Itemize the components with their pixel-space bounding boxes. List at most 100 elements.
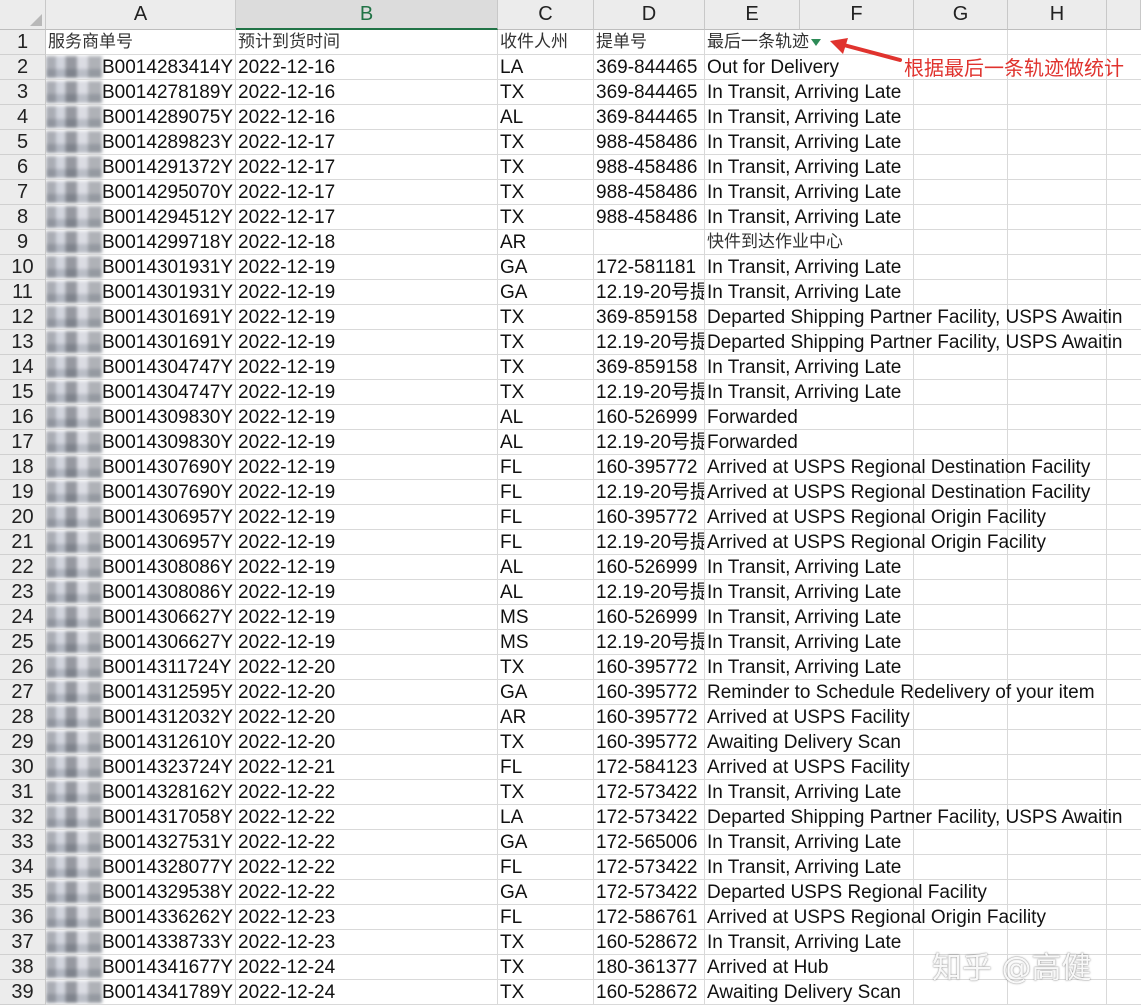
cell-eta[interactable]: 2022-12-16: [236, 55, 498, 80]
cell-bill-number[interactable]: 172-573422: [594, 855, 705, 880]
cell-last-track[interactable]: In Transit, Arriving Late: [705, 255, 1141, 280]
cell-state[interactable]: GA: [498, 680, 594, 705]
cell-bill-number[interactable]: 160-395772: [594, 455, 705, 480]
cell-last-track[interactable]: Departed Shipping Partner Facility, USPS…: [705, 305, 1141, 330]
row-number[interactable]: 24: [0, 605, 46, 630]
cell-last-track[interactable]: Departed Shipping Partner Facility, USPS…: [705, 330, 1141, 355]
cell-eta[interactable]: 2022-12-19: [236, 430, 498, 455]
row-number[interactable]: 25: [0, 630, 46, 655]
cell-bill-number[interactable]: 172-565006: [594, 830, 705, 855]
cell-order-number[interactable]: B0014312595Y: [46, 680, 236, 705]
cell-last-track[interactable]: In Transit, Arriving Late: [705, 155, 1141, 180]
cell-bill-number[interactable]: 160-528672: [594, 980, 705, 1005]
row-number[interactable]: 22: [0, 555, 46, 580]
cell-order-number[interactable]: B0014312610Y: [46, 730, 236, 755]
cell-eta[interactable]: 2022-12-24: [236, 980, 498, 1005]
cell-eta[interactable]: 2022-12-24: [236, 955, 498, 980]
cell-last-track[interactable]: Arrived at USPS Regional Origin Facility: [705, 530, 1141, 555]
cell-last-track[interactable]: In Transit, Arriving Late: [705, 630, 1141, 655]
cell-state[interactable]: FL: [498, 455, 594, 480]
row-number[interactable]: 17: [0, 430, 46, 455]
cell-state[interactable]: AR: [498, 230, 594, 255]
cell-state[interactable]: TX: [498, 730, 594, 755]
cell-state[interactable]: FL: [498, 855, 594, 880]
cell-order-number[interactable]: B0014317058Y: [46, 805, 236, 830]
row-number[interactable]: 12: [0, 305, 46, 330]
row-number[interactable]: 37: [0, 930, 46, 955]
column-header-h[interactable]: H: [1008, 0, 1107, 30]
column-header-g[interactable]: G: [914, 0, 1008, 30]
cell-order-number[interactable]: B0014304747Y: [46, 355, 236, 380]
cell-eta[interactable]: 2022-12-22: [236, 855, 498, 880]
row-number[interactable]: 5: [0, 130, 46, 155]
cell-bill-number[interactable]: 369-859158: [594, 305, 705, 330]
cell-order-number[interactable]: B0014289075Y: [46, 105, 236, 130]
cell-state[interactable]: GA: [498, 830, 594, 855]
cell-last-track[interactable]: In Transit, Arriving Late: [705, 280, 1141, 305]
header-bill-number[interactable]: 提单号: [594, 30, 705, 55]
cell-last-track[interactable]: Arrived at USPS Regional Destination Fac…: [705, 455, 1141, 480]
cell-eta[interactable]: 2022-12-19: [236, 630, 498, 655]
cell-order-number[interactable]: B0014283414Y: [46, 55, 236, 80]
cell-order-number[interactable]: B0014327531Y: [46, 830, 236, 855]
cell-bill-number[interactable]: 172-573422: [594, 880, 705, 905]
cell-state[interactable]: FL: [498, 755, 594, 780]
cell-eta[interactable]: 2022-12-20: [236, 680, 498, 705]
cell-state[interactable]: TX: [498, 380, 594, 405]
cell-state[interactable]: LA: [498, 55, 594, 80]
cell-bill-number[interactable]: 988-458486: [594, 130, 705, 155]
cell-last-track[interactable]: Forwarded: [705, 405, 1141, 430]
cell-order-number[interactable]: B0014294512Y: [46, 205, 236, 230]
cell-bill-number[interactable]: 160-526999: [594, 555, 705, 580]
cell-eta[interactable]: 2022-12-21: [236, 755, 498, 780]
cell-last-track[interactable]: 快件到达作业中心: [705, 230, 1141, 255]
cell-last-track[interactable]: In Transit, Arriving Late: [705, 605, 1141, 630]
row-number[interactable]: 39: [0, 980, 46, 1005]
cell-state[interactable]: TX: [498, 130, 594, 155]
cell-eta[interactable]: 2022-12-19: [236, 605, 498, 630]
cell-bill-number[interactable]: 160-395772: [594, 655, 705, 680]
cell-state[interactable]: FL: [498, 530, 594, 555]
cell-eta[interactable]: 2022-12-19: [236, 505, 498, 530]
cell-order-number[interactable]: B0014309830Y: [46, 430, 236, 455]
cell-eta[interactable]: 2022-12-23: [236, 930, 498, 955]
cell-state[interactable]: MS: [498, 630, 594, 655]
row-number[interactable]: 26: [0, 655, 46, 680]
cell-bill-number[interactable]: 12.19-20号提: [594, 430, 705, 455]
cell-order-number[interactable]: B0014311724Y: [46, 655, 236, 680]
row-number[interactable]: 33: [0, 830, 46, 855]
row-number[interactable]: 23: [0, 580, 46, 605]
row-number[interactable]: 29: [0, 730, 46, 755]
cell-order-number[interactable]: B0014304747Y: [46, 380, 236, 405]
row-number[interactable]: 2: [0, 55, 46, 80]
cell-state[interactable]: GA: [498, 280, 594, 305]
cell-eta[interactable]: 2022-12-16: [236, 105, 498, 130]
cell-bill-number[interactable]: 160-395772: [594, 505, 705, 530]
cell-state[interactable]: AL: [498, 105, 594, 130]
cell-order-number[interactable]: B0014312032Y: [46, 705, 236, 730]
cell-state[interactable]: TX: [498, 355, 594, 380]
cell-order-number[interactable]: B0014291372Y: [46, 155, 236, 180]
cell-state[interactable]: AL: [498, 430, 594, 455]
row-number[interactable]: 32: [0, 805, 46, 830]
cell-bill-number[interactable]: 160-526999: [594, 605, 705, 630]
row-number[interactable]: 20: [0, 505, 46, 530]
row-number[interactable]: 1: [0, 30, 46, 55]
row-number[interactable]: 15: [0, 380, 46, 405]
row-number[interactable]: 3: [0, 80, 46, 105]
cell-bill-number[interactable]: 369-859158: [594, 355, 705, 380]
row-number[interactable]: 18: [0, 455, 46, 480]
cell-state[interactable]: TX: [498, 655, 594, 680]
row-number[interactable]: 7: [0, 180, 46, 205]
cell-state[interactable]: TX: [498, 80, 594, 105]
row-number[interactable]: 31: [0, 780, 46, 805]
cell-bill-number[interactable]: 12.19-20号提: [594, 280, 705, 305]
cell-last-track[interactable]: In Transit, Arriving Late: [705, 130, 1141, 155]
cell-eta[interactable]: 2022-12-19: [236, 330, 498, 355]
cell-eta[interactable]: 2022-12-17: [236, 205, 498, 230]
header-eta[interactable]: 预计到货时间: [236, 30, 498, 55]
cell-order-number[interactable]: B0014306627Y: [46, 605, 236, 630]
cell-last-track[interactable]: Departed USPS Regional Facility: [705, 880, 1141, 905]
cell-state[interactable]: AL: [498, 405, 594, 430]
row-number[interactable]: 16: [0, 405, 46, 430]
